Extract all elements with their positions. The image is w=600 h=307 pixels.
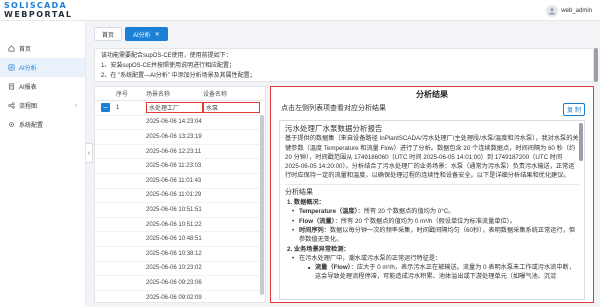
result-scrollbar[interactable] xyxy=(579,123,583,161)
bullet-time-series: 时间序列：数据以每分钟一次的频率采集，时间戳间隔均匀（60秒），表明数据采集系统… xyxy=(292,226,579,245)
result-content: 污水处理厂水泵数据分析报告 基于提供的数据集（来自设备路径 InPlantSCA… xyxy=(279,120,585,300)
cell-timestamp: 2025-06-06 09:02:09 xyxy=(146,294,202,301)
report-intro: 基于提供的数据集（来自设备路径 InPlantSCADA/污水处理厂/主处理段/… xyxy=(285,135,579,180)
notice-line: 2、在 "系统配置—AI分析" 中添加分析场景及其属性配置； xyxy=(101,73,256,79)
user-icon xyxy=(549,7,556,14)
table-row[interactable]: 2025-06-06 13:23:19 xyxy=(95,130,265,145)
subsection-heading: 2. 业务场景异常检测： xyxy=(287,245,350,253)
cell-scene: 水处理工厂 xyxy=(146,102,203,114)
sidebar-item-label: 首页 xyxy=(19,47,32,53)
table-row[interactable]: 2025-06-06 10:48:51 xyxy=(95,232,265,247)
tab-home[interactable]: 首页 xyxy=(94,27,123,41)
report-title: 污水处理厂水泵数据分析报告 xyxy=(285,124,383,133)
cell-timestamp: 2025-06-06 14:23:04 xyxy=(146,119,202,126)
cell-timestamp: 2025-06-06 12:23:11 xyxy=(146,148,202,155)
cell-timestamp: 2025-06-06 10:51:22 xyxy=(146,221,202,228)
chevron-left-icon: ‹ xyxy=(87,149,91,157)
cell-index: 1 xyxy=(116,104,120,111)
table-row[interactable]: 2025-06-06 09:23:06 xyxy=(95,276,265,291)
top-bar: SOLISCADA WEBPORTAL web_admin xyxy=(0,0,600,21)
tab-label: AI分析 xyxy=(133,32,151,39)
result-title: 分析结果 xyxy=(416,90,448,99)
sidebar-item-label: AI分析 xyxy=(19,66,37,72)
table-row[interactable]: 2025-06-06 10:51:22 xyxy=(95,218,265,233)
result-panel: 分析结果 点击左侧列表项查看对应分析结果 复 制 污水处理厂水泵数据分析报告 基… xyxy=(270,86,594,303)
cell-timestamp: 2025-06-06 10:38:12 xyxy=(146,250,202,257)
table-row[interactable]: 2025-06-06 10:23:02 xyxy=(95,262,265,277)
subsection-heading: 1. 数据概况： xyxy=(287,199,325,207)
table-header: 序号 场景名称 设备名称 xyxy=(95,87,265,101)
table-row[interactable]: 2025-06-06 10:51:51 xyxy=(95,203,265,218)
record-table: 序号 场景名称 设备名称 − 1 水处理工厂 水泵 2025-06-06 14:… xyxy=(94,86,266,306)
brand-logo: SOLISCADA WEBPORTAL xyxy=(4,1,100,20)
sidebar-collapse-button[interactable]: ‹ xyxy=(86,143,93,163)
cell-timestamp: 2025-06-06 11:23:03 xyxy=(146,163,202,170)
sidebar-item-ai-analysis[interactable]: AI分析 xyxy=(0,58,85,77)
cell-timestamp: 2025-06-06 09:23:06 xyxy=(146,279,202,286)
section-heading: 分析结果 xyxy=(285,188,313,196)
table-row[interactable]: 2025-06-06 11:01:43 xyxy=(95,174,265,189)
timestamp-rows: 2025-06-06 14:23:04 2025-06-06 13:23:19 20… xyxy=(95,116,265,306)
home-icon xyxy=(8,45,15,52)
cell-timestamp: 2025-06-06 11:01:43 xyxy=(146,177,202,184)
report-icon xyxy=(8,83,15,90)
tab-label: 首页 xyxy=(102,32,115,39)
avatar[interactable] xyxy=(546,4,559,17)
bullet-plant: 在污水处理厂中，潮水或污水泵的正常运行特征是： xyxy=(292,254,579,264)
collapse-row-icon[interactable]: − xyxy=(101,103,110,113)
close-icon[interactable]: ✕ xyxy=(155,31,160,38)
cell-timestamp: 2025-06-06 10:23:02 xyxy=(146,265,202,272)
table-row[interactable]: 2025-06-06 11:23:03 xyxy=(95,159,265,174)
table-row-group[interactable]: − 1 水处理工厂 水泵 xyxy=(95,101,265,116)
sidebar-item-label: 系统配置 xyxy=(19,123,44,129)
notice-line: 该功能需要配合supOS-CE使用，使用前提如下： xyxy=(101,53,232,59)
table-row[interactable]: 2025-06-06 09:02:09 xyxy=(95,291,265,306)
sidebar-item-label: AI报表 xyxy=(19,85,37,91)
notice-line: 1、安装supOS-CE并按照使用说明进行相应配置； xyxy=(101,63,236,69)
header-device: 设备名称 xyxy=(203,92,228,98)
table-row[interactable]: 2025-06-06 14:23:04 xyxy=(95,116,265,131)
notice-scrollbar[interactable] xyxy=(594,48,598,82)
table-scrollbar[interactable] xyxy=(260,115,264,295)
gear-icon xyxy=(9,122,14,127)
notice-panel: 该功能需要配合supOS-CE使用，使用前提如下： 1、安装supOS-CE并按… xyxy=(94,48,594,82)
cell-device: 水泵 xyxy=(203,102,260,114)
divider xyxy=(285,183,579,185)
sidebar-item-label: 流程图 xyxy=(19,104,38,110)
chevron-right-icon: › xyxy=(75,102,77,109)
brand-line1: SOLISCADA xyxy=(4,1,67,10)
ai-icon xyxy=(8,64,15,71)
table-row[interactable]: 2025-06-06 10:38:12 xyxy=(95,247,265,262)
table-row[interactable]: 2025-06-06 11:01:29 xyxy=(95,189,265,204)
tab-bar: 首页 AI分析 ✕ xyxy=(94,27,168,41)
result-hint: 点击左侧列表项查看对应分析结果 xyxy=(281,105,386,112)
sidebar-item-home[interactable]: 首页 xyxy=(0,39,85,58)
sidebar: 首页 AI分析 AI报表 流程图 › 系统配置 xyxy=(0,21,86,307)
brand-line2: WEBPORTAL xyxy=(4,10,73,19)
flow-icon xyxy=(8,102,15,109)
table-row[interactable]: 2025-06-06 12:23:11 xyxy=(95,145,265,160)
user-menu[interactable]: web_admin xyxy=(546,4,592,17)
user-name[interactable]: web_admin xyxy=(561,8,592,14)
sidebar-item-ai-report[interactable]: AI报表 xyxy=(0,77,85,96)
sidebar-item-flowchart[interactable]: 流程图 › xyxy=(0,96,85,115)
cell-timestamp: 2025-06-06 10:51:51 xyxy=(146,206,202,213)
cell-timestamp: 2025-06-06 11:01:29 xyxy=(146,192,202,199)
header-scene: 场景名称 xyxy=(146,92,171,98)
bullet-flow-normal: 流量（Flow）：应大于 0 m³/h，表示污水正在被输送。流量为 0 表明水泵… xyxy=(308,263,579,282)
bullet-temperature: Temperature（温度）：所有 20 个数据点的值均为 0°C。 xyxy=(292,207,579,217)
cell-timestamp: 2025-06-06 13:23:19 xyxy=(146,133,202,140)
tab-ai-analysis[interactable]: AI分析 ✕ xyxy=(125,27,168,41)
cell-timestamp: 2025-06-06 10:48:51 xyxy=(146,236,202,243)
sidebar-item-system-config[interactable]: 系统配置 xyxy=(0,115,85,134)
header-index: 序号 xyxy=(116,92,129,98)
copy-button[interactable]: 复 制 xyxy=(563,103,585,116)
bullet-flow: Flow（流量）：所有 20 个数据点的值均为 0 m³/h（假设单位为标准流量… xyxy=(292,217,579,227)
